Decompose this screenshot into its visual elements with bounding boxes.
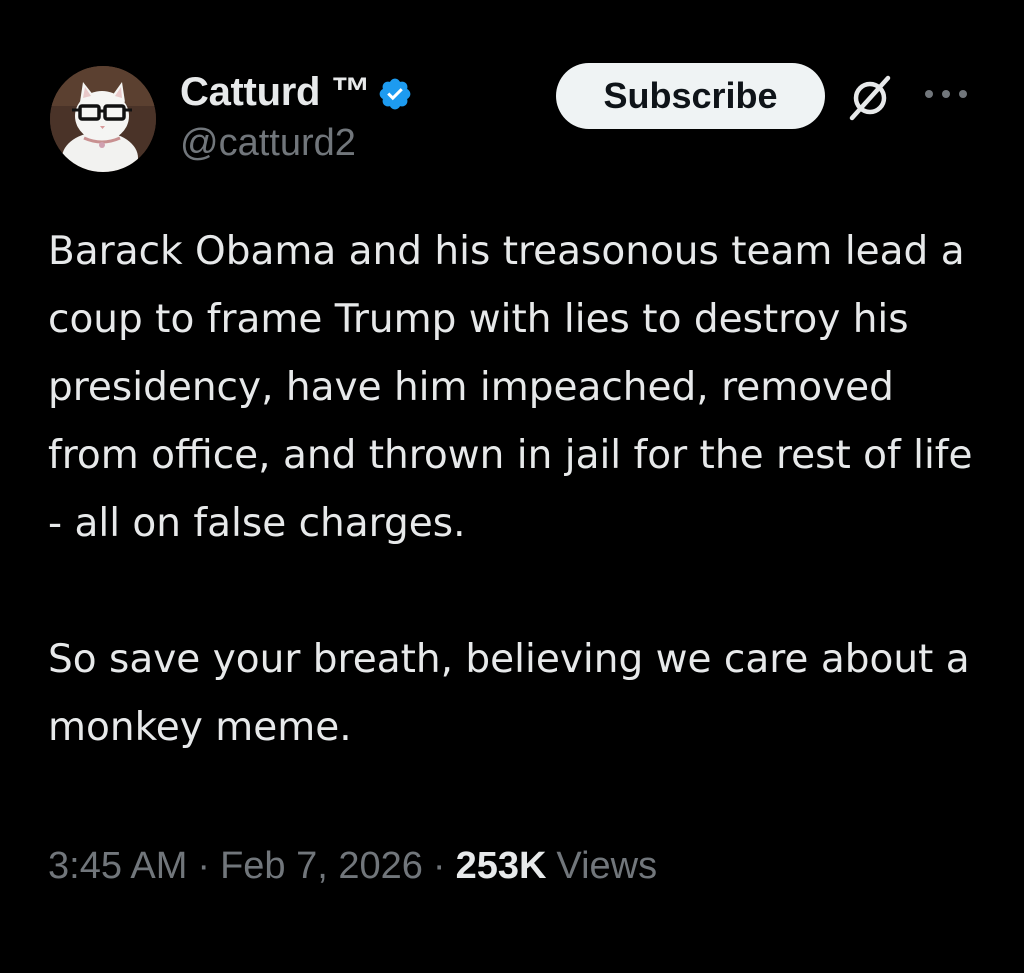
tweet-time[interactable]: 3:45 AM <box>48 845 187 888</box>
views-label: Views <box>556 844 658 887</box>
avatar[interactable] <box>50 66 156 172</box>
author-handle[interactable]: @catturd2 <box>180 122 356 165</box>
subscribe-button[interactable]: Subscribe <box>556 63 825 129</box>
more-dots-icon[interactable] <box>920 84 972 104</box>
tweet-card: Catturd ™ @catturd2 Subscribe Barack Oba… <box>0 0 1024 973</box>
tweet-meta: 3:45 AM · Feb 7, 2026 · 253K Views <box>48 840 657 892</box>
meta-separator: · <box>432 844 446 887</box>
author-name-row[interactable]: Catturd ™ <box>180 68 413 116</box>
tweet-date[interactable]: Feb 7, 2026 <box>220 845 423 888</box>
tweet-paragraph: Barack Obama and his treasonous team lea… <box>48 229 973 546</box>
views-count[interactable]: 253K <box>456 845 547 888</box>
meta-separator: · <box>197 844 211 887</box>
tweet-paragraph: So save your breath, believing we care a… <box>48 637 970 750</box>
grok-icon[interactable] <box>846 72 896 122</box>
cat-avatar-icon <box>50 66 156 172</box>
author-display-name[interactable]: Catturd ™ <box>180 70 371 115</box>
verified-badge-icon <box>379 78 410 110</box>
tweet-text: Barack Obama and his treasonous team lea… <box>48 218 988 762</box>
